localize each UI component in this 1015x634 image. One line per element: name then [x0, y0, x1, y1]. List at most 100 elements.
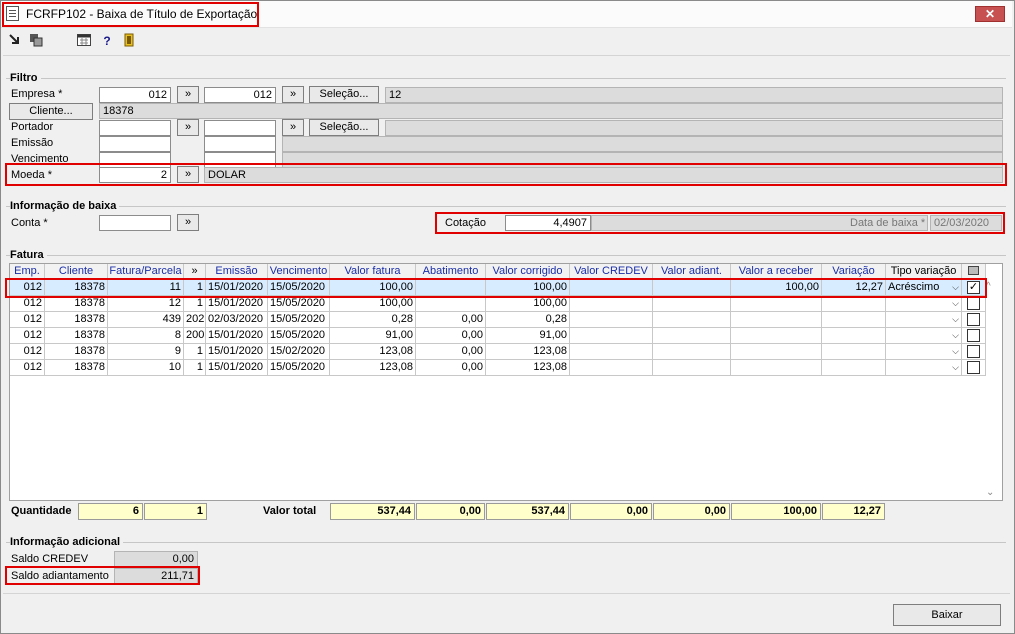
row-select-cell[interactable] — [962, 312, 986, 328]
portador-to-input[interactable] — [204, 120, 276, 136]
cell-fatura[interactable]: 10 — [108, 360, 184, 376]
cell-variacao[interactable] — [822, 344, 886, 360]
portador-selecao-button[interactable]: Seleção... — [309, 119, 379, 136]
col-select-all[interactable] — [962, 264, 986, 279]
cell-emissao[interactable]: 02/03/2020 — [206, 312, 268, 328]
cell-fatura[interactable]: 12 — [108, 296, 184, 312]
chevron-down-icon[interactable]: ⌵ — [952, 296, 959, 311]
cell-adiant[interactable] — [653, 360, 731, 376]
row-checkbox[interactable] — [967, 297, 980, 310]
row-checkbox[interactable] — [967, 345, 980, 358]
cell-valor-fatura[interactable]: 123,08 — [330, 344, 416, 360]
cell-vencimento[interactable]: 15/05/2020 — [268, 312, 330, 328]
cell-emp[interactable]: 012 — [10, 360, 45, 376]
cell-variacao[interactable] — [822, 296, 886, 312]
cell-adiant[interactable] — [653, 296, 731, 312]
cell-credev[interactable] — [570, 328, 653, 344]
portador-from-input[interactable] — [99, 120, 171, 136]
row-select-cell[interactable] — [962, 328, 986, 344]
cell-parcela[interactable]: 1 — [184, 280, 206, 296]
cell-parcela[interactable]: 202 — [184, 312, 206, 328]
row-select-cell[interactable] — [962, 360, 986, 376]
cell-vencimento[interactable]: 15/05/2020 — [268, 328, 330, 344]
cell-adiant[interactable] — [653, 312, 731, 328]
col-abatimento[interactable]: Abatimento — [416, 264, 486, 279]
copy-icon[interactable] — [28, 33, 44, 49]
cell-fatura[interactable]: 9 — [108, 344, 184, 360]
cell-adiant[interactable] — [653, 280, 731, 296]
empresa-to-input[interactable]: 012 — [204, 87, 276, 103]
col-emissao[interactable]: Emissão — [206, 264, 268, 279]
col-valor-fatura[interactable]: Valor fatura — [330, 264, 416, 279]
cell-credev[interactable] — [570, 296, 653, 312]
cell-receber[interactable] — [731, 296, 822, 312]
cell-receber[interactable] — [731, 344, 822, 360]
cell-cliente[interactable]: 18378 — [45, 312, 108, 328]
cell-adiant[interactable] — [653, 328, 731, 344]
row-select-cell[interactable] — [962, 344, 986, 360]
cotacao-input[interactable]: 4,4907 — [505, 215, 591, 231]
row-checkbox[interactable] — [967, 313, 980, 326]
vencimento-to-input[interactable] — [204, 152, 276, 168]
cell-abatimento[interactable]: 0,00 — [416, 360, 486, 376]
cell-cliente[interactable]: 18378 — [45, 360, 108, 376]
conta-input[interactable] — [99, 215, 171, 231]
tipo-variacao-select[interactable]: ⌵ — [886, 360, 962, 376]
cliente-button[interactable]: Cliente... — [9, 103, 93, 120]
tipo-variacao-select[interactable]: ⌵ — [886, 312, 962, 328]
exit-door-icon[interactable] — [121, 33, 137, 49]
col-valor-receber[interactable]: Valor a receber — [731, 264, 822, 279]
col-emp[interactable]: Emp. — [10, 264, 45, 279]
cell-emp[interactable]: 012 — [10, 296, 45, 312]
empresa-from-lookup-button[interactable]: » — [177, 86, 199, 103]
select-all-icon[interactable] — [968, 266, 979, 275]
close-button[interactable]: ✕ — [975, 6, 1005, 22]
cell-parcela[interactable]: 1 — [184, 296, 206, 312]
col-expand[interactable]: » — [184, 264, 206, 279]
cell-receber[interactable] — [731, 328, 822, 344]
cell-receber[interactable]: 100,00 — [731, 280, 822, 296]
cell-valor-corrigido[interactable]: 91,00 — [486, 328, 570, 344]
cell-variacao[interactable] — [822, 312, 886, 328]
cell-valor-fatura[interactable]: 100,00 — [330, 280, 416, 296]
cell-variacao[interactable] — [822, 328, 886, 344]
cell-receber[interactable] — [731, 360, 822, 376]
chevron-down-icon[interactable]: ⌵ — [952, 344, 959, 359]
col-vencimento[interactable]: Vencimento — [268, 264, 330, 279]
cell-adiant[interactable] — [653, 344, 731, 360]
cell-emissao[interactable]: 15/01/2020 — [206, 344, 268, 360]
scroll-down-icon[interactable]: ⌄ — [986, 487, 994, 498]
row-checkbox[interactable] — [967, 361, 980, 374]
chevron-down-icon[interactable]: ⌵ — [952, 360, 959, 375]
chevron-down-icon[interactable]: ⌵ — [952, 312, 959, 327]
cell-abatimento[interactable] — [416, 296, 486, 312]
cell-valor-fatura[interactable]: 100,00 — [330, 296, 416, 312]
col-fatura-parcela[interactable]: Fatura/Parcela — [108, 264, 184, 279]
cell-vencimento[interactable]: 15/05/2020 — [268, 280, 330, 296]
empresa-from-input[interactable]: 012 — [99, 87, 171, 103]
help-icon[interactable]: ? — [99, 33, 115, 49]
cell-parcela[interactable]: 200 — [184, 328, 206, 344]
vencimento-from-input[interactable] — [99, 152, 171, 168]
cell-emp[interactable]: 012 — [10, 328, 45, 344]
cell-valor-corrigido[interactable]: 123,08 — [486, 360, 570, 376]
cell-credev[interactable] — [570, 280, 653, 296]
cell-parcela[interactable]: 1 — [184, 360, 206, 376]
emissao-to-input[interactable] — [204, 136, 276, 152]
cell-emissao[interactable]: 15/01/2020 — [206, 296, 268, 312]
conta-lookup-button[interactable]: » — [177, 214, 199, 231]
col-valor-credev[interactable]: Valor CREDEV — [570, 264, 653, 279]
cell-valor-corrigido[interactable]: 100,00 — [486, 296, 570, 312]
cell-cliente[interactable]: 18378 — [45, 328, 108, 344]
col-valor-corrigido[interactable]: Valor corrigido — [486, 264, 570, 279]
cell-receber[interactable] — [731, 312, 822, 328]
col-tipo-variacao[interactable]: Tipo variação — [886, 264, 962, 279]
cell-credev[interactable] — [570, 360, 653, 376]
cell-variacao[interactable]: 12,27 — [822, 280, 886, 296]
arrow-icon[interactable] — [7, 33, 23, 49]
chevron-down-icon[interactable]: ⌵ — [952, 280, 959, 295]
cell-abatimento[interactable]: 0,00 — [416, 344, 486, 360]
cell-cliente[interactable]: 18378 — [45, 280, 108, 296]
cell-cliente[interactable]: 18378 — [45, 296, 108, 312]
cell-valor-fatura[interactable]: 123,08 — [330, 360, 416, 376]
